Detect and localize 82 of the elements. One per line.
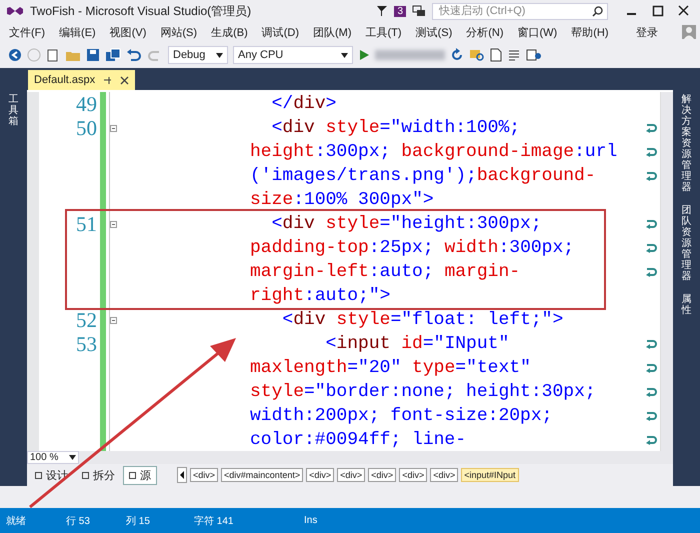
menu-item[interactable]: 分析(N) xyxy=(461,24,509,40)
configuration-dropdown[interactable]: Debug xyxy=(168,46,228,64)
line-indicator: 行 53 xyxy=(66,514,91,528)
menu-item[interactable]: 窗口(W) xyxy=(512,24,562,40)
line-number: 51 xyxy=(76,212,97,236)
vertical-scrollbar[interactable] xyxy=(660,92,673,452)
notification-badge[interactable]: 3 xyxy=(394,6,406,16)
breadcrumb-item[interactable]: <div> xyxy=(399,468,428,482)
caret-icon[interactable] xyxy=(341,52,348,58)
line-number: 50 xyxy=(76,116,97,140)
code-line: <input id="INput" xyxy=(324,334,510,354)
breadcrumb-item[interactable]: <div> xyxy=(190,468,218,482)
status-text: 就绪 xyxy=(6,514,27,528)
code-line: <div style="height:300px; xyxy=(270,214,542,234)
blurred-text xyxy=(375,50,445,60)
document-tab[interactable]: Default.aspx xyxy=(28,70,136,90)
breadcrumb-item[interactable]: <div> xyxy=(430,468,458,482)
menu-item[interactable]: 工具(T) xyxy=(360,24,407,40)
line-number: 53 xyxy=(76,332,97,356)
caret-icon[interactable] xyxy=(69,455,76,460)
code-line: width:200px; font-size:20px; xyxy=(250,406,552,426)
breadcrumb-item[interactable]: <div> xyxy=(368,468,396,482)
collapse-icon[interactable] xyxy=(110,316,117,324)
code-line: margin-left:auto; margin- xyxy=(250,262,520,282)
close-icon[interactable] xyxy=(120,76,130,84)
menu-item[interactable]: 帮助(H) xyxy=(566,24,614,40)
column-indicator: 列 15 xyxy=(126,514,151,528)
lines-icon[interactable] xyxy=(507,48,521,62)
toolbox-tab[interactable]: 工具箱 xyxy=(8,94,18,127)
menu-item[interactable]: 网站(S) xyxy=(155,24,202,40)
sign-in-link[interactable]: 登录 xyxy=(636,24,658,40)
insert-mode-indicator: Ins xyxy=(304,515,318,526)
code-line: padding-top:25px; width:300px; xyxy=(250,238,574,258)
code-line: ('images/trans.png');background- xyxy=(250,166,596,186)
code-line: <div style="width:100%; xyxy=(270,118,520,138)
square-icon xyxy=(82,472,89,479)
breadcrumb-item[interactable]: <input#INput xyxy=(461,468,519,482)
menu-item[interactable]: 团队(M) xyxy=(308,24,357,40)
breadcrumb-item[interactable]: <div> xyxy=(306,468,334,482)
panel-tab[interactable]: 属性 xyxy=(682,294,692,316)
line-number: 49 xyxy=(76,92,97,116)
back-icon[interactable] xyxy=(8,48,22,62)
code-line: </div> xyxy=(270,94,336,114)
caret-icon[interactable] xyxy=(216,52,223,58)
zoom-dropdown[interactable]: 100 % xyxy=(27,451,79,464)
menu-item[interactable]: 调试(D) xyxy=(256,24,304,40)
breadcrumb-item[interactable]: <div#maincontent> xyxy=(221,468,304,482)
code-line: height:300px; background-image:url xyxy=(250,142,618,162)
menu-item[interactable]: 视图(V) xyxy=(104,24,152,40)
save-all-icon[interactable] xyxy=(105,48,121,62)
horizontal-scrollbar[interactable] xyxy=(79,451,673,464)
code-line: <div style="float: left;"> xyxy=(281,310,564,330)
save-icon[interactable] xyxy=(86,48,100,62)
menu-item[interactable]: 生成(B) xyxy=(206,24,253,40)
line-number: 52 xyxy=(76,308,97,332)
character-indicator: 字符 141 xyxy=(194,514,234,528)
menu-item[interactable]: 编辑(E) xyxy=(54,24,101,40)
window-title: TwoFish - Microsoft Visual Studio(管理员) xyxy=(30,2,252,20)
quick-launch-field[interactable]: 快速启动 (Ctrl+Q) xyxy=(432,2,608,20)
collapse-icon[interactable] xyxy=(110,220,117,228)
panel-tab[interactable]: 团队资源管理器 xyxy=(682,205,692,282)
panel-tab[interactable]: 解决方案资源管理器 xyxy=(682,94,692,193)
square-icon xyxy=(35,472,42,479)
view-tab[interactable]: 源 xyxy=(123,466,157,485)
code-line: color:#0094ff; line- xyxy=(250,430,466,450)
code-line: maxlength="20" type="text" xyxy=(250,358,531,378)
square-icon xyxy=(129,472,136,479)
menu-item[interactable]: 测试(S) xyxy=(410,24,458,40)
collapse-icon[interactable] xyxy=(110,124,117,132)
menu-item[interactable]: 文件(F) xyxy=(4,24,50,40)
view-tab[interactable]: 拆分 xyxy=(76,466,121,485)
document-icon[interactable] xyxy=(490,48,502,62)
code-line: size:100% 300px"> xyxy=(250,190,434,210)
pin-icon[interactable] xyxy=(103,76,112,84)
code-line: right:auto;"> xyxy=(250,286,390,306)
code-line: style="border:none; height:30px; xyxy=(250,382,596,402)
undo-icon[interactable] xyxy=(126,48,142,62)
breadcrumb-item[interactable]: <div> xyxy=(337,468,366,482)
play-icon[interactable] xyxy=(358,49,370,61)
search-icon[interactable] xyxy=(592,6,603,16)
platform-dropdown[interactable]: Any CPU xyxy=(233,46,353,64)
refresh-icon[interactable] xyxy=(450,48,464,62)
